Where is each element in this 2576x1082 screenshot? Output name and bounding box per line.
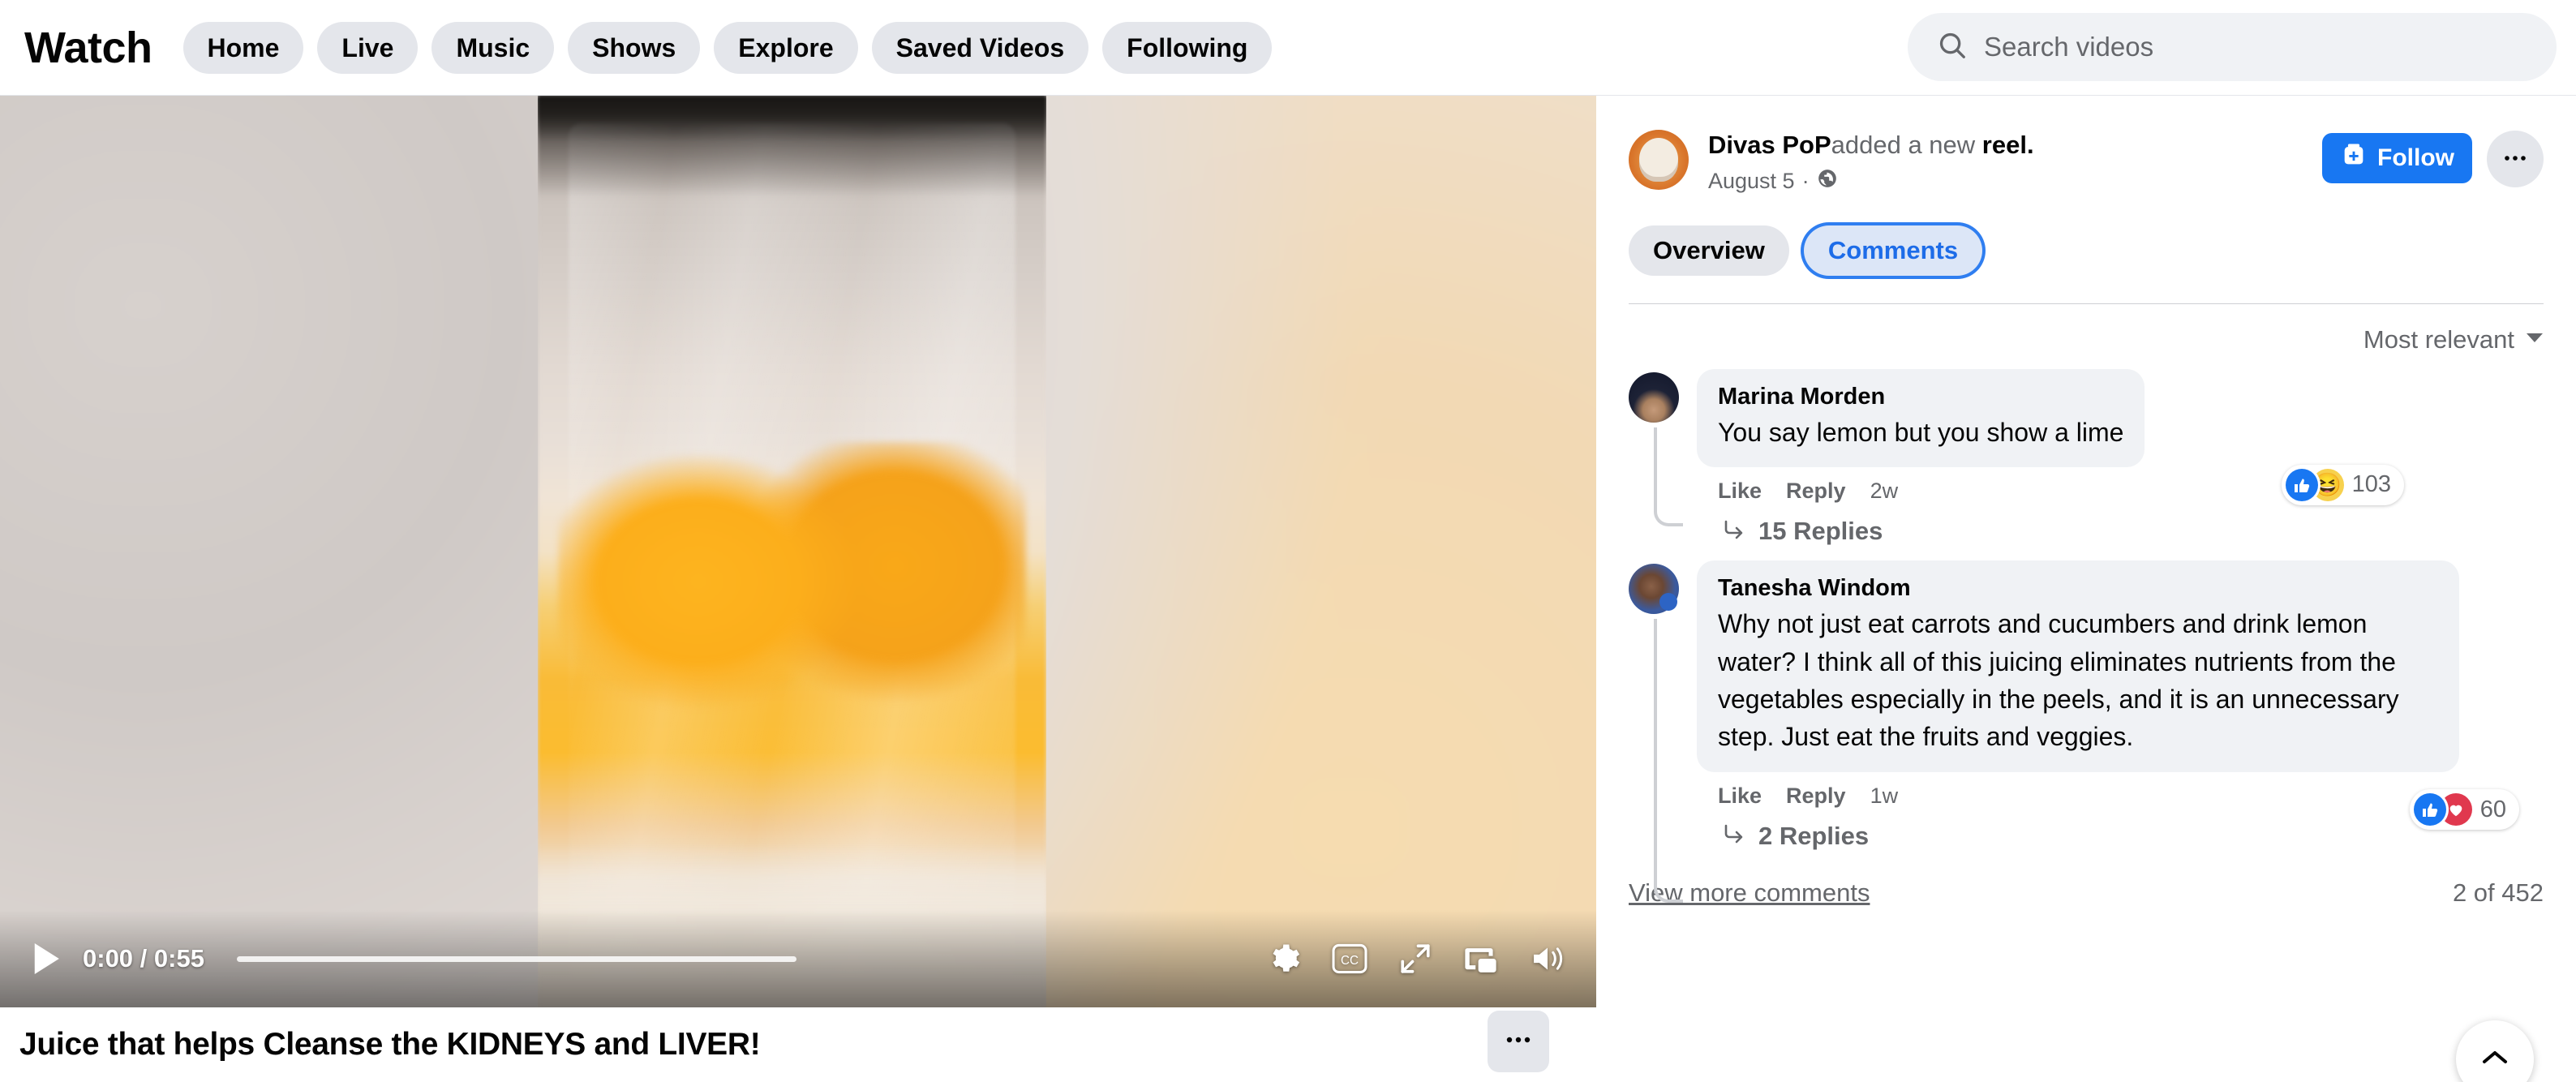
post-date[interactable]: August 5: [1708, 169, 1795, 194]
video-frame: [538, 96, 1046, 1007]
video-scrubber[interactable]: [236, 955, 796, 962]
tab-overview[interactable]: Overview: [1629, 225, 1789, 276]
video-title: Juice that helps Cleanse the KIDNEYS and…: [19, 1027, 761, 1062]
comment-body: Marina Morden You say lemon but you show…: [1697, 368, 2544, 546]
player-icon-group: CC: [1267, 942, 1565, 976]
picture-in-picture-icon[interactable]: [1463, 942, 1499, 976]
nav-item-explore[interactable]: Explore: [714, 21, 858, 74]
avatar[interactable]: [1629, 371, 1679, 423]
replies-count-label: 2 Replies: [1758, 821, 1870, 850]
reaction-count: 103: [2351, 471, 2391, 498]
comment-item: Marina Morden You say lemon but you show…: [1629, 368, 2544, 546]
comment-text: You say lemon but you show a lime: [1718, 417, 2124, 447]
comment-author[interactable]: Marina Morden: [1718, 384, 2123, 410]
comments-count-label: 2 of 452: [2452, 878, 2544, 907]
thumbs-up-icon: [2285, 468, 2318, 501]
scroll-to-top-button[interactable]: [2456, 1020, 2534, 1082]
post-byline: Divas PoPadded a new reel.: [1708, 130, 2309, 161]
orange-juice-pulp: [558, 442, 1026, 753]
comment-like-button[interactable]: Like: [1718, 479, 1762, 504]
thread-connector: [1654, 427, 1683, 526]
follow-button-label: Follow: [2377, 144, 2454, 171]
closed-captions-icon[interactable]: CC: [1332, 942, 1367, 975]
nav-item-live[interactable]: Live: [317, 21, 419, 74]
comment-reply-button[interactable]: Reply: [1786, 784, 1846, 809]
post-header: Divas PoPadded a new reel. August 5 · Fo…: [1629, 96, 2544, 195]
follow-button[interactable]: Follow: [2322, 133, 2472, 183]
comment-reply-button[interactable]: Reply: [1786, 479, 1846, 504]
nav-item-home[interactable]: Home: [182, 21, 304, 74]
video-player[interactable]: 0:00 / 0:55 CC: [0, 96, 1596, 1007]
comment-like-button[interactable]: Like: [1718, 784, 1762, 809]
sidebar-tabs: Overview Comments: [1629, 195, 2544, 304]
nav-pill-group: Home Live Music Shows Explore Saved Vide…: [182, 21, 1273, 74]
reaction-badge[interactable]: 60: [2409, 789, 2519, 831]
replies-count-label: 15 Replies: [1758, 517, 1883, 546]
settings-icon[interactable]: [1267, 942, 1301, 976]
comment-timestamp[interactable]: 2w: [1870, 479, 1899, 504]
video-options-button[interactable]: [1488, 1011, 1549, 1072]
comment-actions: Like Reply 2w: [1697, 467, 2544, 504]
search-icon: [1937, 30, 1968, 65]
thread-connector: [1654, 619, 1683, 904]
plus-box-icon: [2340, 141, 2368, 175]
globe-icon: [1817, 168, 1838, 195]
volume-icon[interactable]: [1530, 942, 1565, 975]
comment-body: Tanesha Windom Why not just eat carrots …: [1697, 560, 2544, 851]
blender-lid: [538, 96, 1046, 196]
comments-sidebar: Divas PoPadded a new reel. August 5 · Fo…: [1596, 96, 2576, 1082]
search-input[interactable]: [1984, 32, 2503, 62]
post-options-button[interactable]: [2487, 131, 2544, 187]
comment-text: Why not just eat carrots and cucumbers a…: [1718, 609, 2399, 752]
player-control-bar: 0:00 / 0:55 CC: [0, 910, 1596, 1007]
reaction-count: 60: [2479, 796, 2506, 822]
comment-item: Tanesha Windom Why not just eat carrots …: [1629, 560, 2544, 904]
fullscreen-icon[interactable]: [1398, 942, 1432, 976]
comment-timestamp[interactable]: 1w: [1870, 784, 1899, 809]
tab-comments[interactable]: Comments: [1803, 225, 1983, 276]
reaction-badge[interactable]: 😆 103: [2281, 464, 2404, 505]
comment-author[interactable]: Tanesha Windom: [1718, 575, 2438, 602]
top-navigation-bar: Watch Home Live Music Shows Explore Save…: [0, 0, 2576, 96]
chevron-down-icon: [2526, 332, 2544, 347]
avatar-divas-pop[interactable]: [1629, 130, 1689, 190]
app-title: Watch: [24, 23, 152, 72]
comments-footer: View more comments 2 of 452: [1629, 857, 2544, 908]
video-timecode: 0:00 / 0:55: [83, 944, 204, 973]
ellipsis-icon: [1505, 1034, 1532, 1049]
nav-item-music[interactable]: Music: [431, 21, 555, 74]
post-action-text: added a new: [1831, 131, 1976, 159]
nav-item-shows[interactable]: Shows: [568, 21, 701, 74]
video-title-row: Juice that helps Cleanse the KIDNEYS and…: [0, 1007, 1596, 1082]
comment-bubble: Marina Morden You say lemon but you show…: [1697, 368, 2145, 468]
reply-arrow-icon: [1721, 823, 1745, 848]
post-author-name[interactable]: Divas PoP: [1708, 131, 1831, 159]
chevron-up-icon: [2481, 1049, 2509, 1071]
thumbs-up-icon: [2413, 793, 2446, 827]
nav-item-following[interactable]: Following: [1102, 21, 1273, 74]
post-meta-block: Divas PoPadded a new reel. August 5 ·: [1708, 130, 2309, 195]
reply-arrow-icon: [1721, 519, 1745, 544]
post-meta-separator: ·: [1801, 168, 1810, 193]
post-date-row: August 5 ·: [1708, 168, 2309, 195]
search-bar[interactable]: [1908, 13, 2557, 81]
comment-sort-selector[interactable]: Most relevant: [1629, 304, 2544, 369]
avatar[interactable]: [1629, 564, 1679, 615]
nav-item-saved-videos[interactable]: Saved Videos: [871, 21, 1089, 74]
post-action-object: reel.: [1981, 131, 2034, 159]
video-column: 0:00 / 0:55 CC Juice that helps Cleanse …: [0, 96, 1596, 1082]
view-replies-button[interactable]: 15 Replies: [1697, 504, 2544, 546]
svg-text:CC: CC: [1341, 954, 1359, 968]
play-icon[interactable]: [31, 942, 62, 976]
comment-bubble: Tanesha Windom Why not just eat carrots …: [1697, 560, 2459, 772]
comment-sort-label: Most relevant: [2363, 324, 2514, 354]
ellipsis-icon: [2503, 152, 2527, 166]
